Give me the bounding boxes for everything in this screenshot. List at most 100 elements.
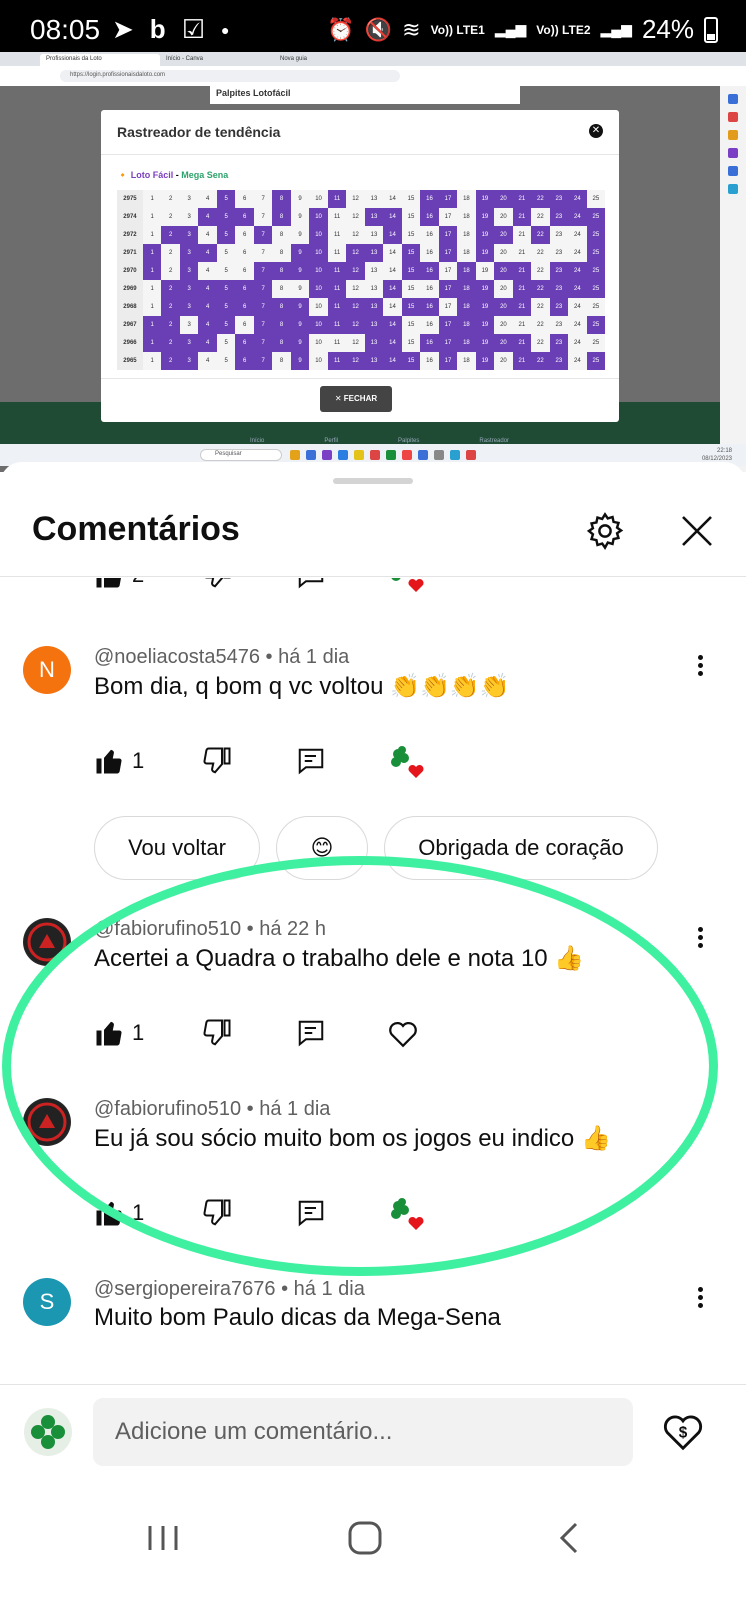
trend-row: 2967 1 2 3 4 5 6 7 8 9 10 11 12 13 14 15 16 17 18 19 20 21 22 2…	[117, 316, 606, 334]
home-button[interactable]	[340, 1518, 390, 1558]
super-thanks-button[interactable]: $	[660, 1408, 706, 1454]
number-cell: 17	[438, 208, 458, 226]
reply-chip[interactable]: Obrigada de coração	[384, 816, 658, 880]
number-cell: 23	[549, 316, 569, 334]
thumbs-down-icon	[204, 578, 231, 588]
dislike-button[interactable]	[202, 1196, 232, 1230]
reply-chip-emoji[interactable]: 😊	[276, 816, 368, 880]
number-cell: 22	[531, 190, 550, 208]
reply-chip[interactable]: Vou voltar	[94, 816, 260, 880]
avatar[interactable]	[23, 918, 71, 966]
lotofacil-label: Loto Fácil	[130, 170, 174, 180]
dislike-button[interactable]	[202, 578, 232, 592]
drag-handle[interactable]	[333, 478, 413, 484]
number-cell: 12	[346, 298, 365, 316]
settings-button[interactable]	[584, 510, 626, 552]
reply-button[interactable]	[296, 578, 326, 592]
number-cell: 20	[494, 352, 513, 370]
number-cell: 5	[216, 226, 236, 244]
number-cell: 3	[179, 334, 199, 352]
number-cell: 20	[494, 190, 513, 208]
channel-logo-icon	[24, 919, 70, 965]
reply-button[interactable]	[296, 1196, 326, 1230]
comment-author[interactable]: @noeliacosta5476	[94, 646, 260, 668]
number-cell: 10	[309, 298, 328, 316]
megasena-label: Mega Sena	[181, 170, 229, 180]
close-sheet-button[interactable]	[676, 510, 718, 552]
number-cell: 23	[549, 208, 569, 226]
heart-dollar-icon: $	[663, 1415, 703, 1451]
number-cell: 7	[253, 352, 273, 370]
number-cell: 7	[253, 316, 273, 334]
number-cell: 11	[327, 298, 347, 316]
more-options-icon[interactable]	[690, 1284, 710, 1316]
number-cell: 14	[383, 298, 402, 316]
like-button[interactable]: 1	[94, 1016, 144, 1050]
more-options-icon[interactable]	[690, 924, 710, 956]
number-cell: 6	[235, 316, 254, 334]
number-cell: 5	[216, 244, 236, 262]
number-cell: 9	[290, 334, 310, 352]
thumbs-up-icon	[96, 1201, 122, 1226]
number-cell: 24	[568, 334, 587, 352]
reply-button[interactable]	[296, 1016, 326, 1050]
browser-tab: Início - Canva	[160, 54, 270, 66]
comment-input[interactable]	[93, 1398, 633, 1466]
reply-button[interactable]	[296, 744, 326, 778]
more-options-icon[interactable]	[690, 652, 710, 684]
number-cell: 17	[438, 334, 458, 352]
avatar[interactable]: S	[23, 1278, 71, 1326]
number-cell: 25	[586, 190, 606, 208]
dislike-button[interactable]	[202, 1016, 232, 1050]
avatar[interactable]	[23, 1098, 71, 1146]
number-cell: 13	[364, 352, 384, 370]
battery-percent: 24%	[641, 14, 694, 44]
alarm-icon: ⏰	[327, 16, 355, 42]
number-cell: 5	[216, 262, 236, 280]
number-cell: 4	[198, 352, 217, 370]
number-cell: 6	[235, 226, 254, 244]
avatar[interactable]: N	[23, 646, 71, 694]
number-cell: 12	[346, 316, 365, 334]
comment-text: Muito bom Paulo dicas da Mega-Sena	[94, 1304, 501, 1331]
back-button[interactable]	[544, 1518, 594, 1558]
number-cell: 22	[531, 208, 550, 226]
number-cell: 6	[235, 262, 254, 280]
comment-meta: @sergiopereira7676 • há 1 dia	[94, 1278, 365, 1301]
number-cell: 17	[438, 226, 458, 244]
dislike-button[interactable]	[202, 744, 232, 778]
like-button[interactable]: 1	[94, 1196, 144, 1230]
reply-icon	[298, 578, 324, 589]
number-cell: 10	[309, 262, 328, 280]
heart-button[interactable]	[386, 1016, 420, 1050]
comment-author[interactable]: @fabiorufino510	[94, 1098, 241, 1120]
comment-author[interactable]: @fabiorufino510	[94, 918, 241, 940]
number-cell: 19	[475, 316, 495, 334]
number-cell: 20	[494, 226, 513, 244]
recents-button[interactable]	[138, 1518, 188, 1558]
wifi-icon: ≋	[402, 16, 421, 42]
number-cell: 12	[346, 226, 365, 244]
number-cell: 1	[142, 262, 162, 280]
number-cell: 16	[420, 352, 439, 370]
trend-row: 2974 1 2 3 4 5 6 7 8 9 10 11 12 13 14 15 16 17 18 19 20 21 22 2…	[117, 208, 606, 226]
number-cell: 24	[568, 244, 587, 262]
comment-author[interactable]: @sergiopereira7676	[94, 1278, 276, 1300]
number-cell: 12	[346, 262, 365, 280]
sheet-title: Comentários	[32, 510, 240, 548]
meta-separator: •	[281, 1278, 289, 1300]
video-player[interactable]: Profissionais da Loto Início - Canva Nov…	[0, 52, 746, 472]
number-cell: 1	[142, 352, 162, 370]
comment-list[interactable]: 2 N @noeliacosta5476	[0, 578, 746, 1383]
like-count: 2	[132, 578, 144, 588]
signal-icon: ▂▄▆	[494, 21, 527, 37]
number-cell: 12	[346, 190, 365, 208]
number-cell: 11	[327, 334, 347, 352]
number-cell: 2	[161, 262, 180, 280]
contest-number: 2975	[117, 190, 143, 208]
like-button[interactable]: 1	[94, 744, 144, 778]
number-cell: 8	[272, 298, 291, 316]
number-cell: 16	[420, 298, 439, 316]
comment-meta: @noeliacosta5476 • há 1 dia	[94, 646, 349, 669]
like-button[interactable]: 2	[94, 578, 144, 592]
